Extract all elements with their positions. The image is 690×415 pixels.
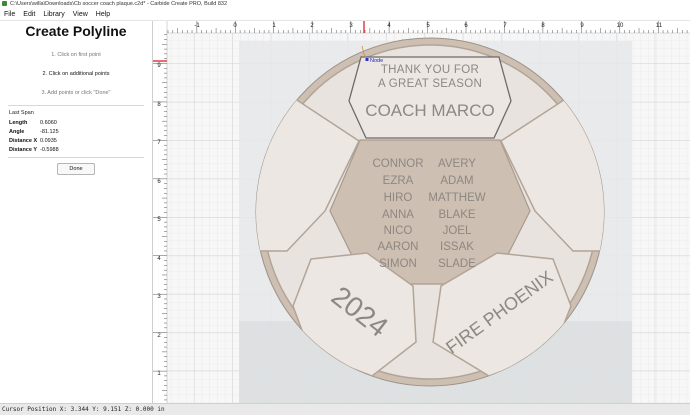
player-name-left: ANNA (382, 209, 414, 221)
player-name-left: NICO (384, 225, 413, 237)
canvas-svg[interactable]: -1 0 1 2 3 4 5 6 7 8 9 10 11 9 8 7 6 5 4… (153, 21, 690, 403)
player-name-left: EZRA (383, 175, 414, 187)
player-name-right: ISSAK (440, 241, 474, 253)
player-name-left: SIMON (379, 258, 417, 270)
status-bar: Cursor Position X: 3.344 Y: 9.151 Z: 0.0… (0, 403, 690, 415)
panel-divider (8, 105, 144, 106)
menu-edit[interactable]: Edit (19, 9, 39, 20)
step-3: 3. Add points or click "Done" (41, 90, 111, 96)
player-name-right: BLAKE (438, 209, 475, 221)
distance-x-value: 0.0935 (40, 138, 57, 144)
player-name-left: AARON (378, 241, 419, 253)
title-bar: C:\Users\willa\Downloads\Cb soccer coach… (0, 0, 690, 9)
player-name-right: ADAM (440, 175, 473, 187)
length-value: 0.6060 (40, 120, 57, 126)
menu-bar: File Edit Library View Help (0, 9, 690, 21)
window-title: C:\Users\willa\Downloads\Cb soccer coach… (10, 1, 228, 7)
length-row: Length 0.6060 (9, 119, 57, 128)
ruler-x-label: 11 (656, 23, 663, 29)
distance-y-value: -0.5988 (40, 147, 59, 153)
ruler-x-label: -1 (194, 23, 200, 29)
menu-view[interactable]: View (69, 9, 92, 20)
plate-line-1: THANK YOU FOR (381, 64, 479, 76)
polyline-node[interactable] (365, 58, 369, 61)
cursor-position: Cursor Position X: 3.344 Y: 9.151 Z: 0.0… (2, 406, 165, 413)
tool-panel: Create Polyline 1. Click on first point … (0, 21, 153, 403)
length-label: Length (9, 120, 28, 126)
angle-label: Angle (9, 129, 25, 135)
done-button[interactable]: Done (57, 163, 95, 175)
panel-title: Create Polyline (25, 23, 127, 39)
left-ruler (153, 21, 167, 403)
player-name-right: AVERY (438, 158, 476, 170)
last-span-label: Last Span (9, 110, 34, 116)
player-name-right: JOEL (443, 225, 472, 237)
step-1: 1. Click on first point (51, 52, 101, 58)
angle-value: -81.125 (40, 129, 59, 135)
menu-help[interactable]: Help (92, 9, 114, 20)
plate-line-2: A GREAT SEASON (378, 78, 482, 90)
angle-row: Angle -81.125 (9, 128, 59, 137)
app-icon (2, 1, 7, 7)
ruler-x-label: 10 (617, 23, 624, 29)
distance-y-label: Distance Y (9, 147, 38, 153)
player-name-left: CONNOR (372, 158, 423, 170)
distance-x-row: Distance X 0.0935 (9, 137, 57, 146)
distance-y-row: Distance Y -0.5988 (9, 146, 59, 155)
step-2: 2. Click on additional points (42, 71, 110, 77)
panel-divider (8, 157, 144, 158)
player-name-right: MATTHEW (428, 192, 485, 204)
node-label: Node (370, 58, 383, 64)
player-name-right: SLADE (438, 258, 476, 270)
design-canvas[interactable]: -1 0 1 2 3 4 5 6 7 8 9 10 11 9 8 7 6 5 4… (153, 21, 690, 403)
menu-file[interactable]: File (0, 9, 19, 20)
player-name-left: HIRO (384, 192, 413, 204)
menu-library[interactable]: Library (39, 9, 68, 20)
coach-name: COACH MARCO (365, 101, 494, 120)
distance-x-label: Distance X (9, 138, 38, 144)
